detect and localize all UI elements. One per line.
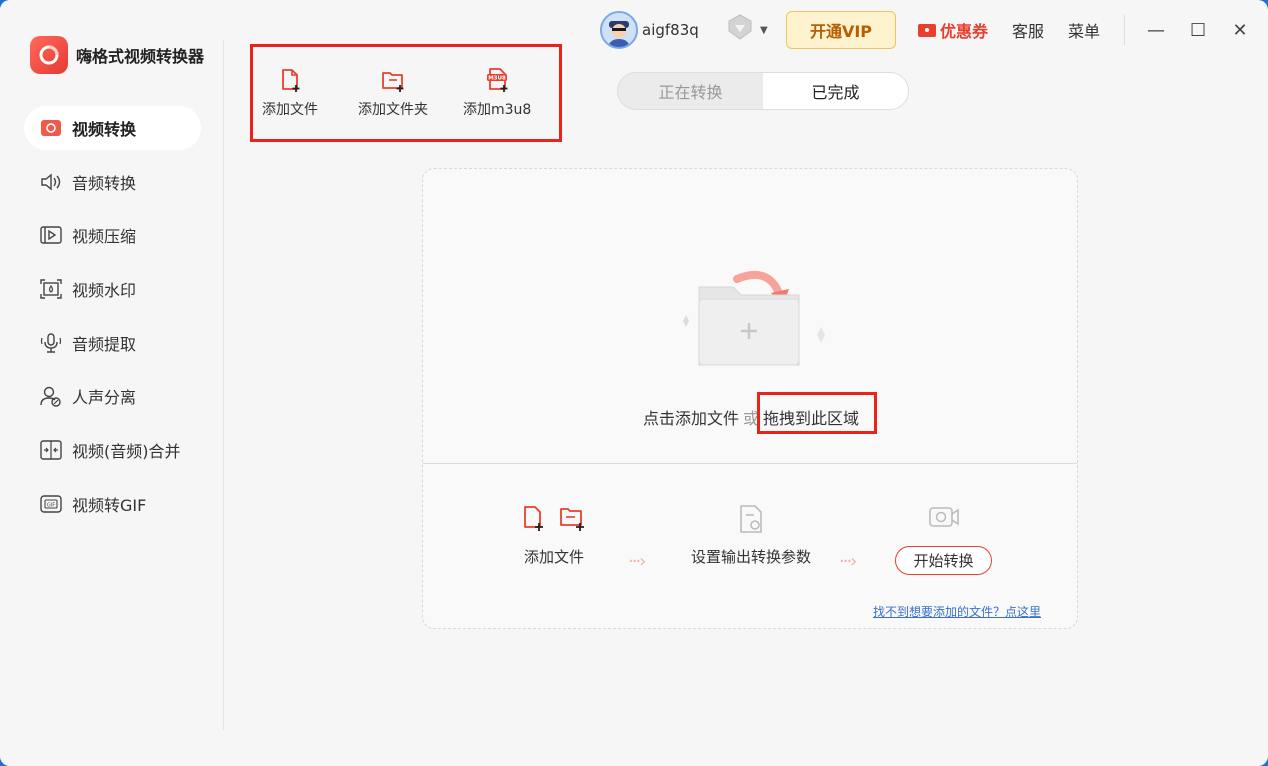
member-badge-icon (724, 12, 756, 48)
coupon-label: 优惠券 (940, 22, 989, 41)
add-folder-label: 添加文件夹 (358, 102, 428, 118)
merge-icon (40, 439, 62, 461)
sidebar-item-label: 视频转GIF (72, 495, 147, 515)
drop-prompt: 点击添加文件或拖拽到此区域 (423, 405, 1079, 429)
sidebar-item-label: 视频(音频)合并 (72, 442, 181, 462)
step-arrow-icon: ···› (628, 551, 646, 572)
add-file-label: 添加文件 (262, 102, 318, 118)
start-convert-button[interactable]: 开始转换 (895, 546, 992, 575)
add-file-icon (282, 69, 300, 92)
close-button[interactable]: ✕ (1229, 19, 1251, 41)
sidebar-item-audio-convert[interactable]: 音频转换 (24, 160, 201, 204)
sidebar-item-label: 视频水印 (72, 281, 137, 301)
coupon-button[interactable]: 优惠券 (918, 18, 988, 42)
coupon-icon (918, 23, 936, 37)
sidebar-item-merge[interactable]: 视频(音频)合并 (24, 428, 201, 472)
member-level-button[interactable]: ▼ (724, 12, 774, 48)
customer-service-button[interactable]: 客服 (1012, 18, 1044, 42)
step-add-file: 添加文件 (521, 504, 587, 567)
svg-text:M3U8: M3U8 (488, 76, 506, 82)
add-m3u8-label: 添加m3u8 (463, 102, 532, 118)
sidebar-item-label: 人声分离 (72, 388, 137, 408)
vip-button[interactable]: 开通VIP (786, 11, 896, 49)
menu-button[interactable]: 菜单 (1068, 18, 1100, 42)
status-tabs: 正在转换 已完成 (617, 72, 909, 110)
add-file-button[interactable]: 添加文件 (262, 67, 318, 119)
add-folder-button[interactable]: 添加文件夹 (358, 67, 428, 119)
maximize-button[interactable]: ☐ (1187, 19, 1209, 41)
folder-drop-illustration (683, 271, 825, 366)
step-start: 开始转换 (895, 504, 992, 575)
sidebar-item-label: 音频转换 (72, 173, 137, 193)
titlebar-divider (1124, 15, 1126, 45)
video-convert-icon (40, 117, 62, 139)
watermark-icon (40, 278, 62, 300)
settings-file-icon (740, 505, 762, 533)
help-link[interactable]: 找不到想要添加的文件？点这里 (873, 603, 1041, 620)
sidebar-item-gif[interactable]: GIF 视频转GIF (24, 482, 201, 526)
brand: 嗨格式视频转换器 (30, 36, 204, 74)
drop-zone[interactable]: 点击添加文件或拖拽到此区域 添加文件 ···› 设置输出转换参数 ···› 开始… (422, 168, 1078, 629)
chevron-down-icon: ▼ (760, 24, 768, 36)
sidebar-item-label: 音频提取 (72, 334, 137, 354)
sidebar-item-video-watermark[interactable]: 视频水印 (24, 267, 201, 311)
add-m3u8-button[interactable]: M3U8 添加m3u8 (463, 67, 531, 119)
step-settings: 设置输出转换参数 (691, 504, 811, 567)
tab-converting[interactable]: 正在转换 (618, 73, 763, 109)
app-logo-icon (30, 36, 68, 74)
step-add-file-icons (521, 504, 587, 532)
sidebar-item-audio-extract[interactable]: 音频提取 (24, 321, 201, 365)
gif-icon: GIF (40, 493, 62, 515)
add-folder-icon (382, 72, 404, 92)
sidebar-item-label: 视频压缩 (72, 227, 137, 247)
app-name: 嗨格式视频转换器 (76, 47, 205, 66)
svg-text:GIF: GIF (47, 502, 55, 508)
sidebar-divider (223, 40, 224, 730)
sidebar-item-voice-separate[interactable]: 人声分离 (24, 374, 201, 418)
voice-separate-icon (40, 385, 62, 408)
microphone-icon (40, 332, 62, 354)
add-folder-icon (560, 508, 584, 531)
avatar[interactable] (600, 11, 638, 49)
sidebar-nav: 视频转换 音频转换 视频压缩 视频水印 音频提取 人声分离 视频(音频)合并 G… (24, 106, 201, 536)
sidebar-item-label: 视频转换 (72, 120, 137, 139)
step-add-file-label: 添加文件 (523, 548, 584, 566)
minimize-button[interactable]: — (1145, 19, 1167, 41)
step-settings-label: 设置输出转换参数 (691, 548, 812, 566)
workflow-steps: 添加文件 ···› 设置输出转换参数 ···› 开始转换 (423, 499, 1079, 589)
step-arrow-icon: ···› (839, 551, 857, 572)
username[interactable]: aigf83q (642, 21, 722, 39)
title-bar: aigf83q ▼ 开通VIP 优惠券 客服 菜单 — ☐ ✕ (600, 10, 1251, 50)
drop-zone-divider (423, 463, 1077, 464)
speaker-icon (40, 171, 62, 193)
drag-hint-highlight (757, 392, 877, 434)
sidebar: 嗨格式视频转换器 视频转换 音频转换 视频压缩 视频水印 音频提取 人声分离 视… (0, 0, 224, 766)
add-m3u8-icon: M3U8 (487, 68, 508, 92)
app-window: 嗨格式视频转换器 视频转换 音频转换 视频压缩 视频水印 音频提取 人声分离 视… (0, 0, 1268, 766)
add-file-icon (524, 506, 543, 531)
sidebar-item-video-compress[interactable]: 视频压缩 (24, 213, 201, 257)
add-toolbar: 添加文件 添加文件夹 M3U8 添加m3u8 (250, 44, 562, 142)
sidebar-item-video-convert[interactable]: 视频转换 (24, 106, 201, 150)
tab-completed[interactable]: 已完成 (763, 73, 908, 109)
drop-prompt-click[interactable]: 点击添加文件 (643, 409, 739, 428)
video-refresh-icon (928, 507, 959, 527)
compress-icon (40, 224, 62, 246)
